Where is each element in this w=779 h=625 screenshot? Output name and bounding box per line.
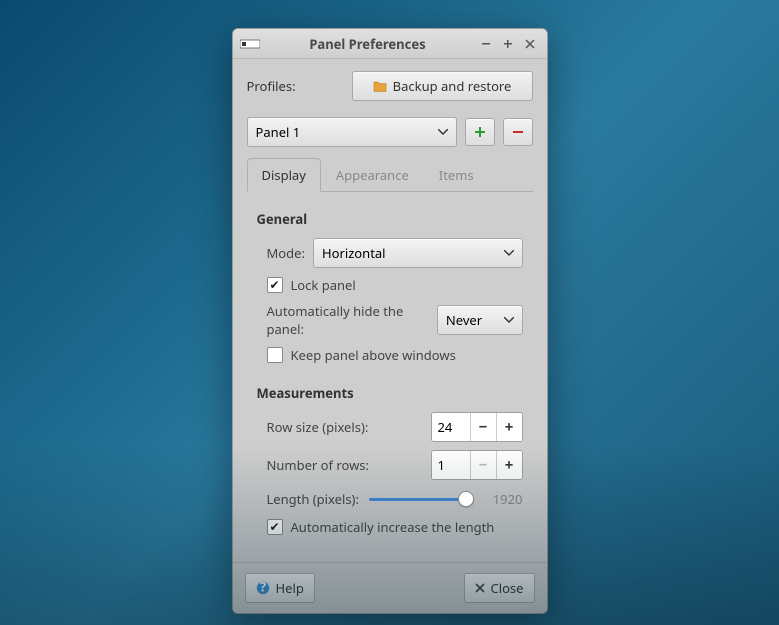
- tab-display[interactable]: Display: [247, 158, 321, 192]
- minus-icon: [512, 126, 524, 138]
- general-heading: General: [257, 210, 523, 228]
- lock-panel-checkbox[interactable]: [267, 277, 283, 293]
- chevron-down-icon: [438, 129, 448, 135]
- tab-items[interactable]: Items: [424, 158, 489, 192]
- autohide-value: Never: [446, 311, 482, 329]
- add-panel-button[interactable]: [465, 118, 495, 146]
- panel-select-value: Panel 1: [256, 123, 301, 141]
- autohide-select[interactable]: Never: [437, 305, 523, 335]
- minimize-button[interactable]: [475, 34, 497, 54]
- remove-panel-button[interactable]: [503, 118, 533, 146]
- window-title: Panel Preferences: [261, 35, 475, 53]
- slider-thumb[interactable]: [458, 491, 474, 507]
- mode-value: Horizontal: [322, 244, 386, 262]
- plus-icon: [474, 126, 486, 138]
- app-icon: [239, 36, 261, 52]
- rowsize-spinner: − +: [431, 412, 523, 442]
- mode-label: Mode:: [267, 244, 305, 262]
- length-slider[interactable]: [369, 491, 475, 507]
- panel-select[interactable]: Panel 1: [247, 117, 457, 147]
- backup-restore-button[interactable]: Backup and restore: [352, 71, 533, 101]
- chevron-down-icon: [504, 250, 514, 256]
- profiles-label: Profiles:: [247, 77, 296, 95]
- rowsize-label: Row size (pixels):: [267, 418, 369, 436]
- chevron-down-icon: [504, 317, 514, 323]
- keep-above-label: Keep panel above windows: [291, 346, 456, 364]
- maximize-button[interactable]: [497, 34, 519, 54]
- keep-above-checkbox[interactable]: [267, 347, 283, 363]
- backup-restore-label: Backup and restore: [393, 77, 512, 95]
- tab-appearance[interactable]: Appearance: [321, 158, 424, 192]
- autohide-label: Automatically hide the panel:: [267, 302, 429, 338]
- close-window-button[interactable]: [519, 34, 541, 54]
- rowsize-decrement[interactable]: −: [470, 413, 496, 441]
- titlebar[interactable]: Panel Preferences: [233, 29, 547, 59]
- folder-icon: [373, 80, 387, 92]
- mode-select[interactable]: Horizontal: [313, 238, 523, 268]
- lock-panel-label: Lock panel: [291, 276, 356, 294]
- measurements-heading: Measurements: [257, 384, 523, 402]
- rowsize-input[interactable]: [432, 413, 470, 441]
- rowsize-increment[interactable]: +: [496, 413, 522, 441]
